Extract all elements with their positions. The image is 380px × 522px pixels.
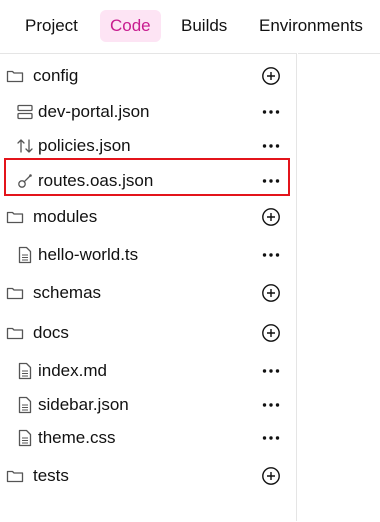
file-label: hello-world.ts: [38, 245, 139, 264]
file-label: policies.json: [38, 136, 131, 155]
folder-config[interactable]: config: [0, 59, 296, 93]
layout-icon: [16, 103, 34, 121]
add-file-button[interactable]: [260, 65, 282, 87]
folder-schemas[interactable]: schemas: [0, 276, 296, 310]
file-index[interactable]: index.md: [0, 354, 296, 388]
add-file-button[interactable]: [260, 465, 282, 487]
folder-label: schemas: [33, 283, 102, 302]
add-file-button[interactable]: [260, 282, 282, 304]
more-options-button[interactable]: [260, 427, 282, 449]
folder-icon: [6, 208, 24, 226]
folder-label: tests: [33, 466, 69, 485]
editor-area: [298, 53, 380, 522]
tab-bar: Project Code Builds Environments: [0, 0, 380, 52]
file-theme[interactable]: theme.css: [0, 421, 296, 455]
folder-modules[interactable]: modules: [0, 200, 296, 234]
more-options-button[interactable]: [260, 244, 282, 266]
folder-tests[interactable]: tests: [0, 459, 296, 493]
folder-icon: [6, 324, 24, 342]
more-options-button[interactable]: [260, 170, 282, 192]
file-icon: [16, 429, 34, 447]
folder-icon: [6, 67, 24, 85]
folder-label: docs: [33, 323, 69, 342]
more-options-button[interactable]: [260, 360, 282, 382]
folder-icon: [6, 467, 24, 485]
file-hello-world[interactable]: hello-world.ts: [0, 238, 296, 272]
tab-builds[interactable]: Builds: [171, 10, 237, 42]
folder-label: config: [33, 66, 79, 85]
more-options-button[interactable]: [260, 101, 282, 123]
route-icon: [16, 172, 34, 190]
file-label: index.md: [38, 361, 107, 380]
file-sidebar[interactable]: sidebar.json: [0, 388, 296, 422]
arrows-up-down-icon: [16, 137, 34, 155]
more-options-button[interactable]: [260, 394, 282, 416]
file-label: theme.css: [38, 428, 116, 447]
file-label: routes.oas.json: [38, 171, 154, 190]
folder-docs[interactable]: docs: [0, 316, 296, 350]
folder-label: modules: [33, 207, 98, 226]
file-label: sidebar.json: [38, 395, 129, 414]
tab-environments[interactable]: Environments: [249, 10, 373, 42]
file-icon: [16, 362, 34, 380]
file-dev-portal[interactable]: dev-portal.json: [0, 95, 296, 129]
file-tree-sidebar: config dev-portal.json policies.json rou…: [0, 53, 297, 521]
folder-icon: [6, 284, 24, 302]
add-file-button[interactable]: [260, 206, 282, 228]
file-label: dev-portal.json: [38, 102, 150, 121]
file-routes[interactable]: routes.oas.json: [0, 164, 296, 198]
add-file-button[interactable]: [260, 322, 282, 344]
tab-code[interactable]: Code: [100, 10, 161, 42]
more-options-button[interactable]: [260, 135, 282, 157]
tab-project[interactable]: Project: [15, 10, 88, 42]
file-icon: [16, 246, 34, 264]
file-icon: [16, 396, 34, 414]
file-policies[interactable]: policies.json: [0, 129, 296, 163]
